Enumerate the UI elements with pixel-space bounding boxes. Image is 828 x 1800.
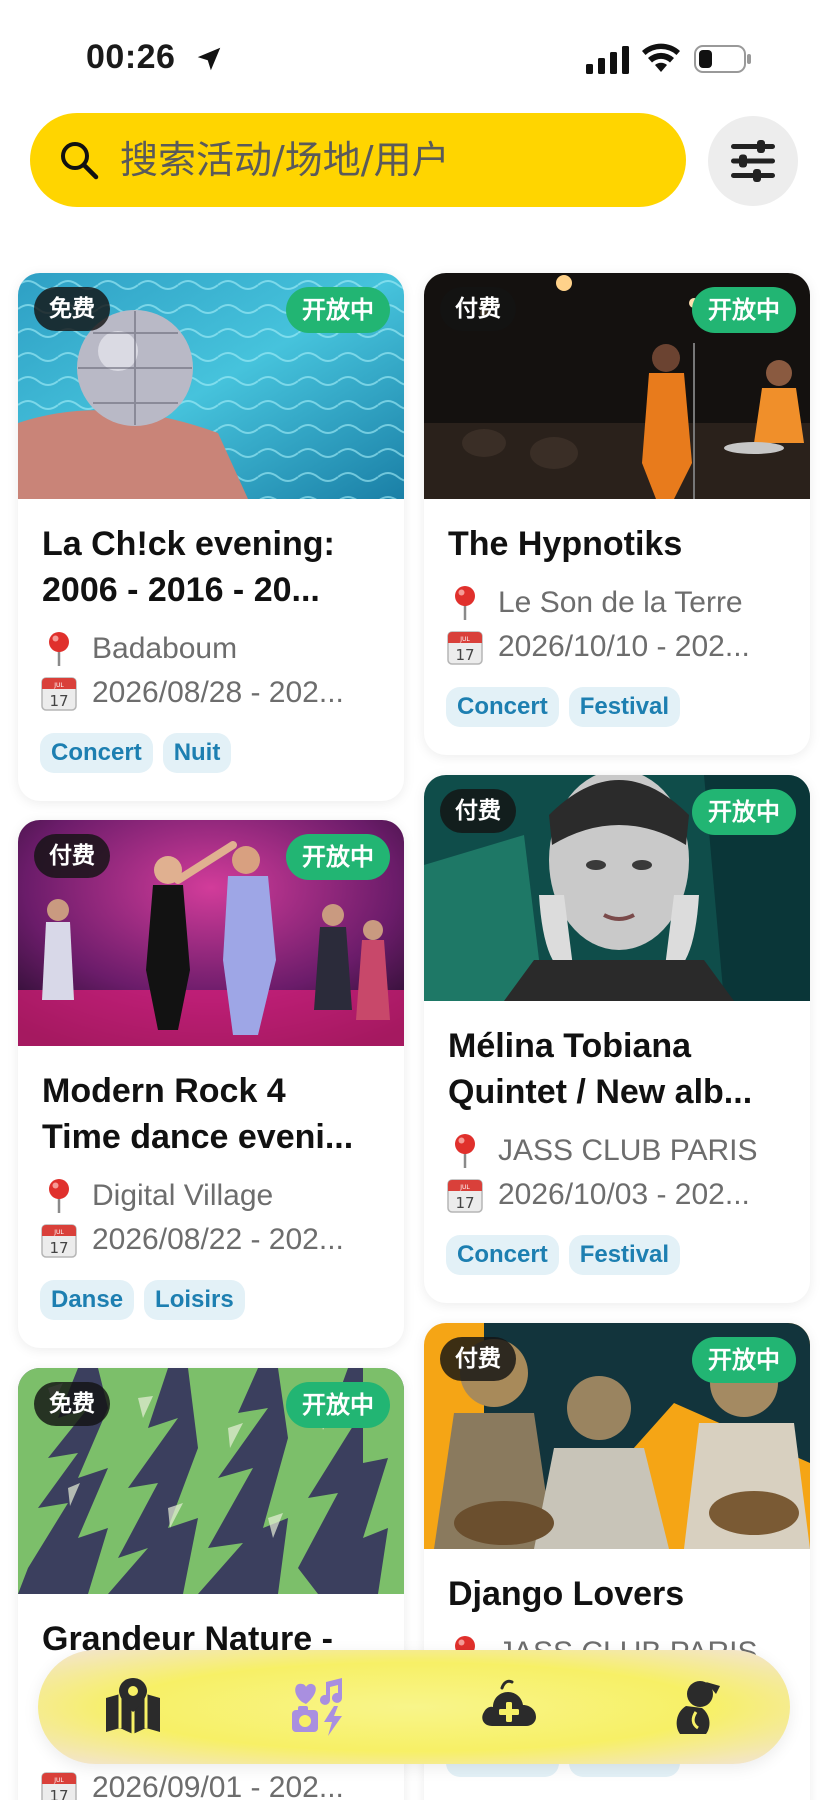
price-badge: 免费 — [34, 1382, 110, 1426]
pin-icon — [446, 584, 484, 622]
event-title: Modern Rock 4 Time dance eveni... — [42, 1072, 354, 1156]
event-title: La Ch!ck evening: 2006 - 2016 - 20... — [42, 525, 335, 609]
search-input[interactable] — [120, 113, 660, 207]
search-icon — [61, 142, 99, 180]
tag[interactable]: Nuit — [162, 733, 232, 773]
event-date: 2026/09/01 - 202... — [92, 1771, 344, 1800]
venue-row: JASS CLUB PARIS — [446, 1129, 796, 1173]
filter-button[interactable] — [708, 116, 798, 206]
tag[interactable]: Danse — [40, 1280, 135, 1320]
cellular-signal-icon — [586, 46, 629, 74]
tag-list: Concert Nuit — [40, 733, 232, 773]
calendar-icon — [446, 628, 484, 666]
interests-icon — [292, 1678, 342, 1736]
price-badge: 付费 — [440, 1337, 516, 1381]
calendar-icon — [40, 674, 78, 712]
event-title: The Hypnotiks — [448, 525, 683, 563]
status-bar: 00:26 — [0, 0, 828, 110]
venue-name: JASS CLUB PARIS — [498, 1134, 758, 1167]
venue-row: Badaboum — [40, 627, 390, 671]
status-badge: 开放中 — [692, 1337, 796, 1383]
battery-icon — [694, 45, 751, 73]
venue-name: Badaboum — [92, 632, 238, 665]
status-badge: 开放中 — [286, 1382, 390, 1428]
venue-name: Le Son de la Terre — [498, 586, 743, 619]
calendar-icon — [40, 1769, 78, 1800]
event-title: Mélina Tobiana Quintet / New alb... — [448, 1027, 753, 1111]
venue-row: Digital Village — [40, 1174, 390, 1218]
price-badge: 付费 — [440, 287, 516, 331]
nav-map[interactable] — [102, 1676, 164, 1738]
pin-icon — [446, 1132, 484, 1170]
price-badge: 付费 — [34, 834, 110, 878]
event-date: 2026/10/10 - 202... — [498, 630, 750, 663]
wifi-icon — [642, 43, 680, 72]
status-time: 00:26 — [86, 38, 176, 76]
date-row: 2026/08/22 - 202... — [40, 1218, 390, 1262]
calendar-icon — [40, 1221, 78, 1259]
tag[interactable]: Concert — [446, 687, 559, 727]
venue-row: Le Son de la Terre — [446, 581, 796, 625]
map-icon — [106, 1678, 160, 1734]
tag[interactable]: Concert — [40, 733, 153, 773]
date-row: 2026/10/03 - 202... — [446, 1173, 796, 1217]
pin-icon — [40, 1177, 78, 1215]
price-badge: 免费 — [34, 287, 110, 331]
event-card[interactable]: 付费 开放中 Mélina Tobiana Quintet / New alb.… — [424, 775, 810, 1303]
status-badge: 开放中 — [692, 789, 796, 835]
profile-icon — [676, 1681, 720, 1734]
add-event-cloud-icon — [482, 1679, 536, 1726]
tag[interactable]: Loisirs — [144, 1280, 245, 1320]
nav-profile[interactable] — [666, 1676, 728, 1738]
venue-name: Digital Village — [92, 1179, 274, 1212]
event-date: 2026/08/28 - 202... — [92, 676, 344, 709]
location-arrow-icon — [197, 47, 221, 71]
tag[interactable]: Festival — [568, 687, 681, 727]
pin-icon — [40, 630, 78, 668]
status-badge: 开放中 — [286, 834, 390, 880]
date-row: 2026/08/28 - 202... — [40, 671, 390, 715]
tag-list: Concert Festival — [446, 1235, 681, 1275]
search-bar[interactable] — [30, 113, 686, 207]
nav-interests[interactable] — [288, 1676, 350, 1738]
tag[interactable]: Concert — [446, 1235, 559, 1275]
event-date: 2026/08/22 - 202... — [92, 1223, 344, 1256]
event-card[interactable]: 免费 开放中 La Ch!ck evening: 2006 - 2016 - 2… — [18, 273, 404, 801]
tag-list: Concert Festival — [446, 687, 681, 727]
tag-list: Danse Loisirs — [40, 1280, 245, 1320]
sliders-icon — [731, 140, 775, 182]
status-badge: 开放中 — [692, 287, 796, 333]
event-date: 2026/10/03 - 202... — [498, 1178, 750, 1211]
event-card[interactable]: 付费 开放中 The Hypnotiks Le Son de la Terre … — [424, 273, 810, 755]
nav-add-event[interactable] — [478, 1676, 540, 1738]
event-card[interactable]: 付费 开放中 Modern Rock 4 Time dance eveni...… — [18, 820, 404, 1348]
tag[interactable]: Festival — [568, 1235, 681, 1275]
calendar-icon — [446, 1176, 484, 1214]
date-row: 2026/10/10 - 202... — [446, 625, 796, 669]
date-row: 2026/09/01 - 202... — [40, 1766, 390, 1800]
event-title: Django Lovers — [448, 1575, 685, 1613]
bottom-nav — [38, 1650, 790, 1764]
price-badge: 付费 — [440, 789, 516, 833]
status-badge: 开放中 — [286, 287, 390, 333]
